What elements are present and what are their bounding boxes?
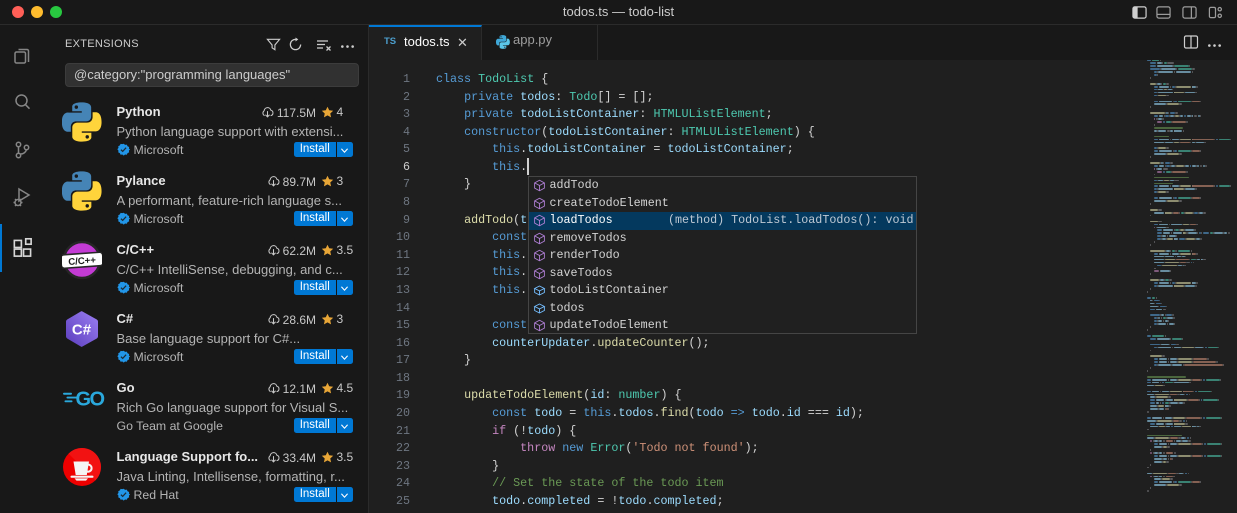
svg-text:GO: GO [76, 389, 105, 411]
svg-text:C#: C# [72, 322, 92, 339]
svg-text:C/C++: C/C++ [68, 255, 97, 268]
